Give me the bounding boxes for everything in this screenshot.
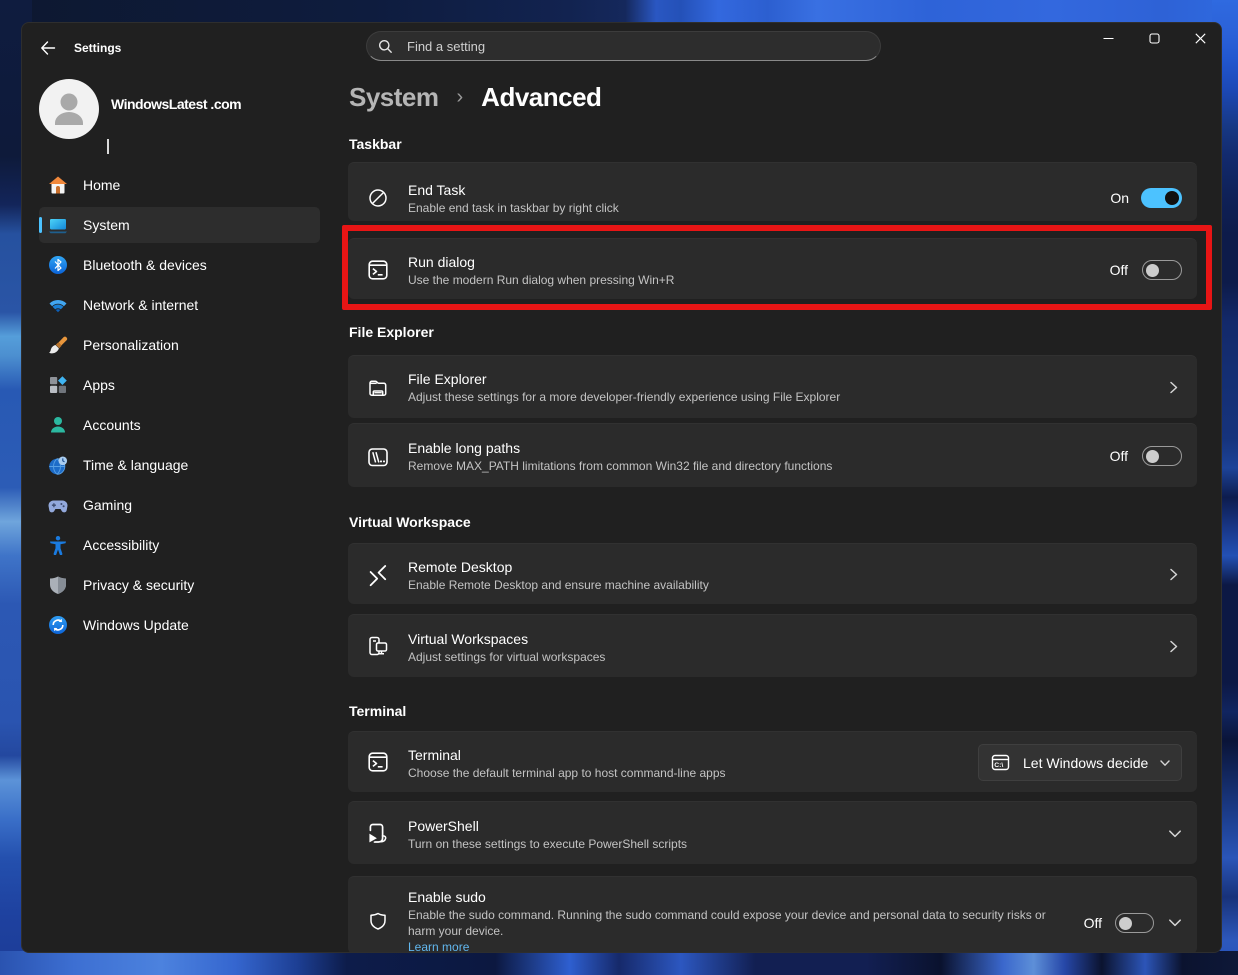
svg-text:C:\: C:\ bbox=[994, 762, 1003, 769]
